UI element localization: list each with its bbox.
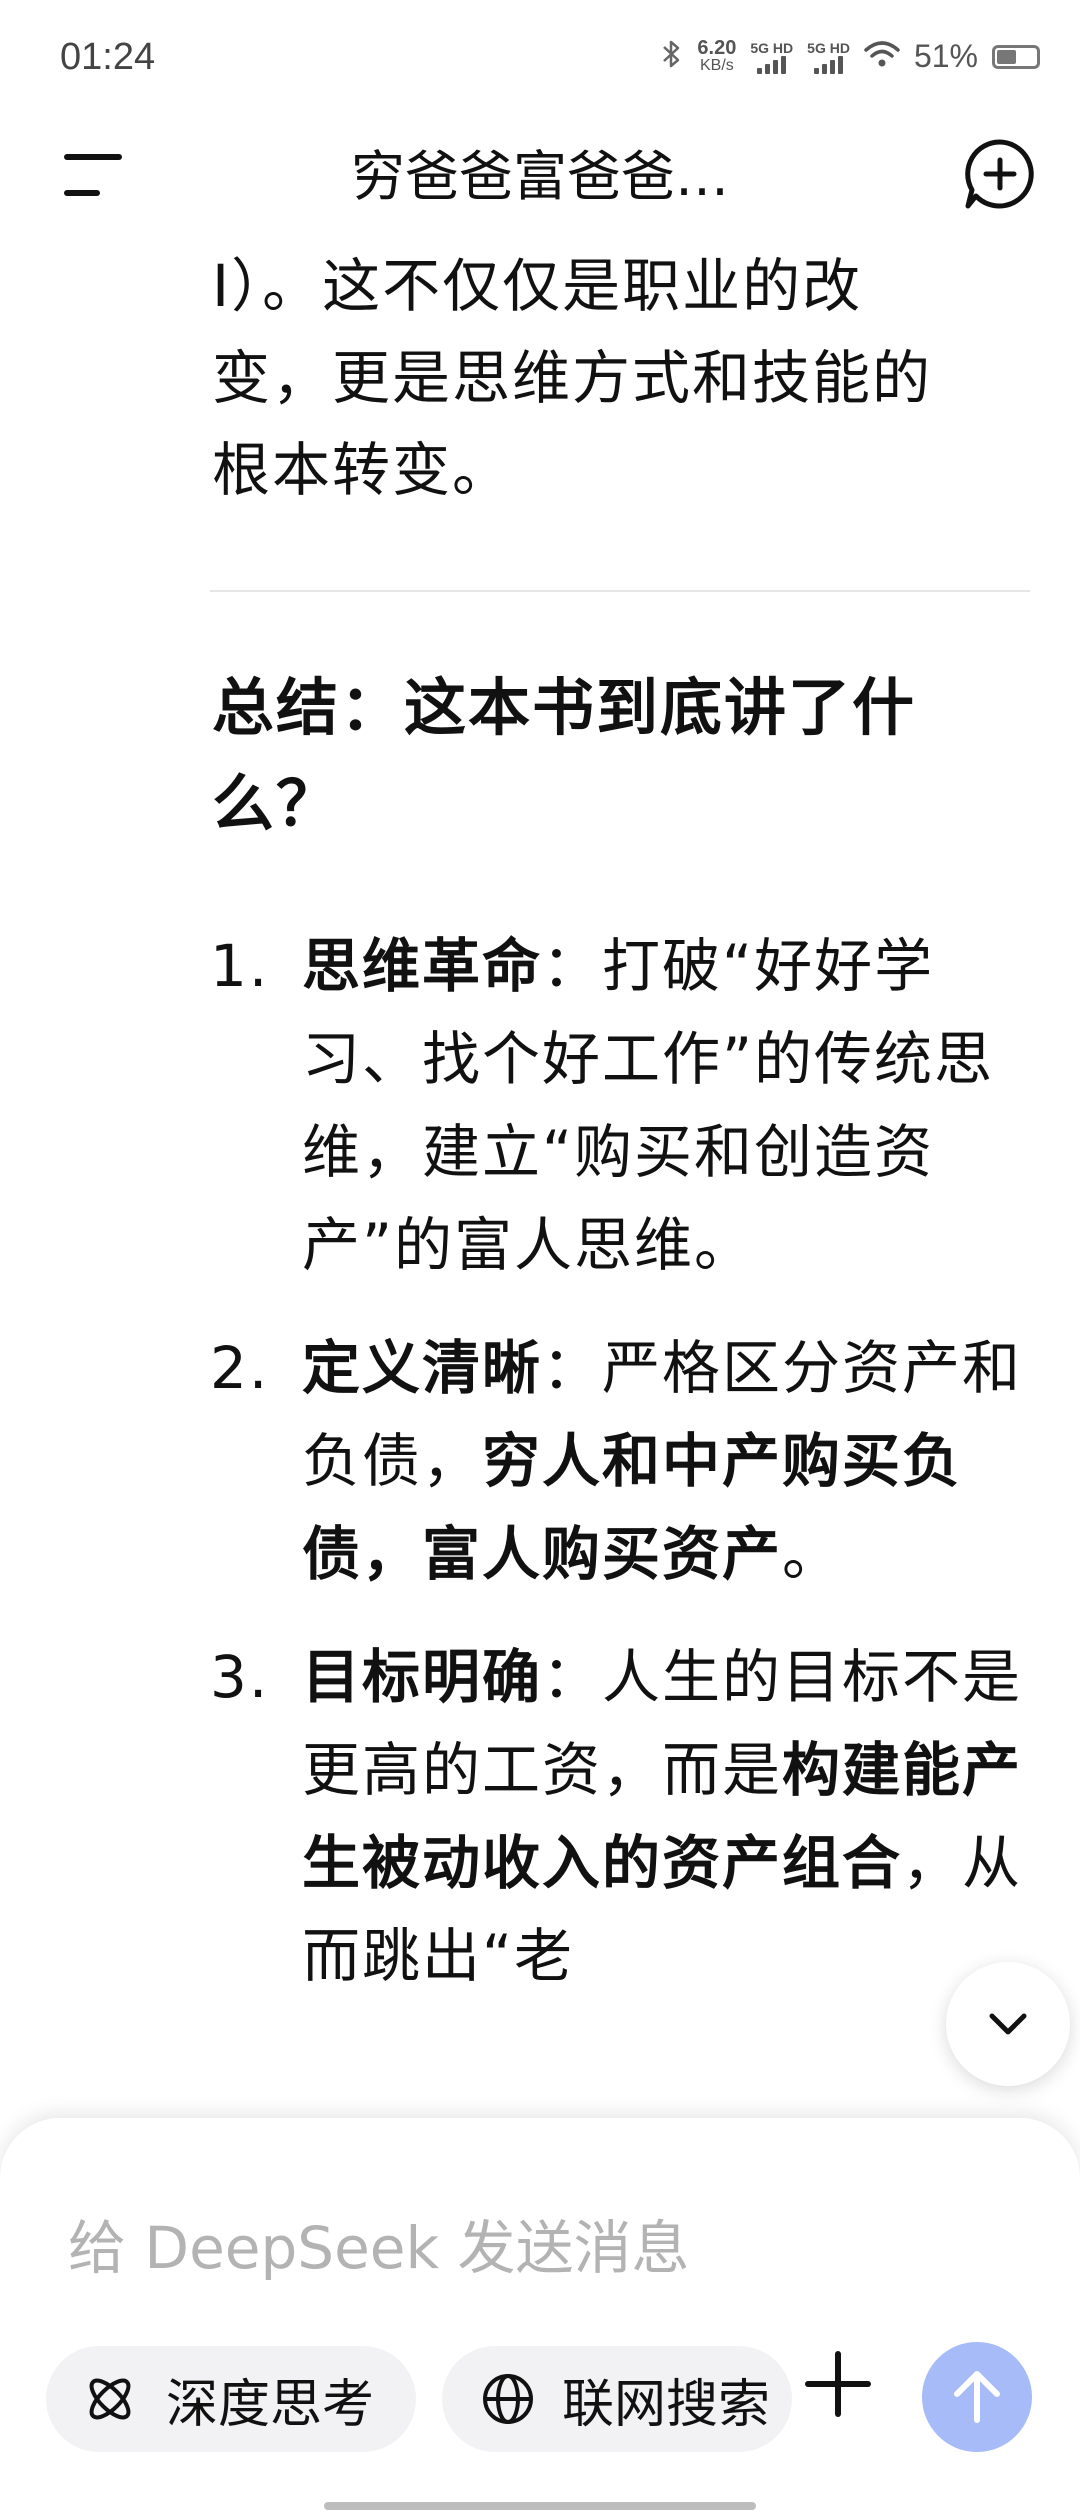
status-time: 01:24 — [60, 36, 156, 78]
deep-think-toggle[interactable]: 深度思考 — [46, 2346, 416, 2452]
list-item-bold-term: 定义清晰 — [302, 1334, 543, 1402]
chat-content[interactable]: I）。这不仅仅是职业的改 变，更是思维方式和技能的 根本转变。 总结：这本书到底… — [0, 240, 1080, 2120]
answer-paragraph-line-3: 根本转变。 — [212, 436, 513, 504]
battery-icon — [992, 44, 1040, 69]
list-item-number: 1. — [210, 932, 270, 1000]
answer-paragraph-line-1: I）。这不仅仅是职业的改 — [212, 252, 863, 320]
send-button[interactable] — [922, 2342, 1032, 2452]
section-divider — [210, 590, 1030, 592]
battery-fill — [997, 49, 1016, 64]
plus-icon — [805, 2351, 871, 2417]
bluetooth-icon — [661, 39, 683, 74]
status-bar: 01:24 6.20 KB/s 5G HD 5G HD 51% — [0, 0, 1080, 120]
list-item: 2. 定义清晰：严格区分资产和负债，穷人和中产购买负债，富人购买资产。 — [210, 1322, 1030, 1601]
summary-heading: 总结：这本书到底讲了什么？ — [212, 671, 917, 840]
screen: 01:24 6.20 KB/s 5G HD 5G HD 51% 穷爸爸富爸爸… … — [0, 0, 1080, 2520]
answer-paragraph: I）。这不仅仅是职业的改 变，更是思维方式和技能的 根本转变。 — [212, 240, 1042, 516]
chat-title[interactable]: 穷爸爸富爸爸… — [280, 132, 800, 211]
list-item-bold-term: 目标明确 — [302, 1643, 543, 1711]
network-speed: 6.20 KB/s — [697, 36, 737, 75]
signal-1-label: 5G HD — [750, 39, 794, 56]
network-speed-value: 6.20 — [697, 36, 737, 59]
status-icons: 6.20 KB/s 5G HD 5G HD 51% — [661, 38, 1040, 75]
list-item-number: 2. — [210, 1334, 270, 1402]
home-indicator[interactable] — [324, 2502, 756, 2510]
deep-think-label: 深度思考 — [166, 2374, 375, 2435]
scroll-to-bottom-button[interactable] — [946, 1962, 1070, 2086]
web-search-toggle[interactable]: 联网搜索 — [442, 2346, 792, 2452]
wifi-icon — [864, 40, 900, 73]
new-chat-icon — [965, 139, 1034, 209]
message-composer: 深度思考 联网搜索 — [0, 2118, 1080, 2520]
list-item-text-end: 。 — [782, 1520, 843, 1588]
list-item-number: 3. — [210, 1643, 270, 1711]
app-header: 穷爸爸富爸爸… — [0, 120, 1080, 230]
list-item-bold-term: 思维革命 — [302, 932, 543, 1000]
attach-button[interactable] — [800, 2346, 876, 2426]
list-item: 3. 目标明确：人生的目标不是更高的工资，而是构建能产生被动收入的资产组合，从而… — [210, 1631, 1030, 2003]
atom-icon — [80, 2369, 140, 2429]
message-input[interactable] — [68, 2208, 968, 2288]
signal-1-icon: 5G HD — [750, 40, 793, 74]
new-chat-button[interactable] — [960, 134, 1040, 214]
web-search-label: 联网搜索 — [562, 2374, 771, 2435]
chevron-down-icon — [989, 2013, 1027, 2035]
signal-2-label: 5G HD — [807, 39, 850, 56]
network-speed-unit: KB/s — [699, 56, 734, 74]
globe-icon — [478, 2369, 538, 2429]
menu-button[interactable] — [60, 144, 126, 204]
list-item: 1. 思维革命：打破“好好学习、找个好工作”的传统思维，建立“购买和创造资产”的… — [210, 920, 1030, 1292]
answer-paragraph-line-2: 变，更是思维方式和技能的 — [212, 344, 933, 412]
signal-2-icon: 5G HD — [807, 40, 850, 74]
battery-percent: 51% — [913, 38, 978, 74]
summary-list: 1. 思维革命：打破“好好学习、找个好工作”的传统思维，建立“购买和创造资产”的… — [210, 920, 1030, 2033]
arrow-up-icon — [954, 2371, 1000, 2423]
